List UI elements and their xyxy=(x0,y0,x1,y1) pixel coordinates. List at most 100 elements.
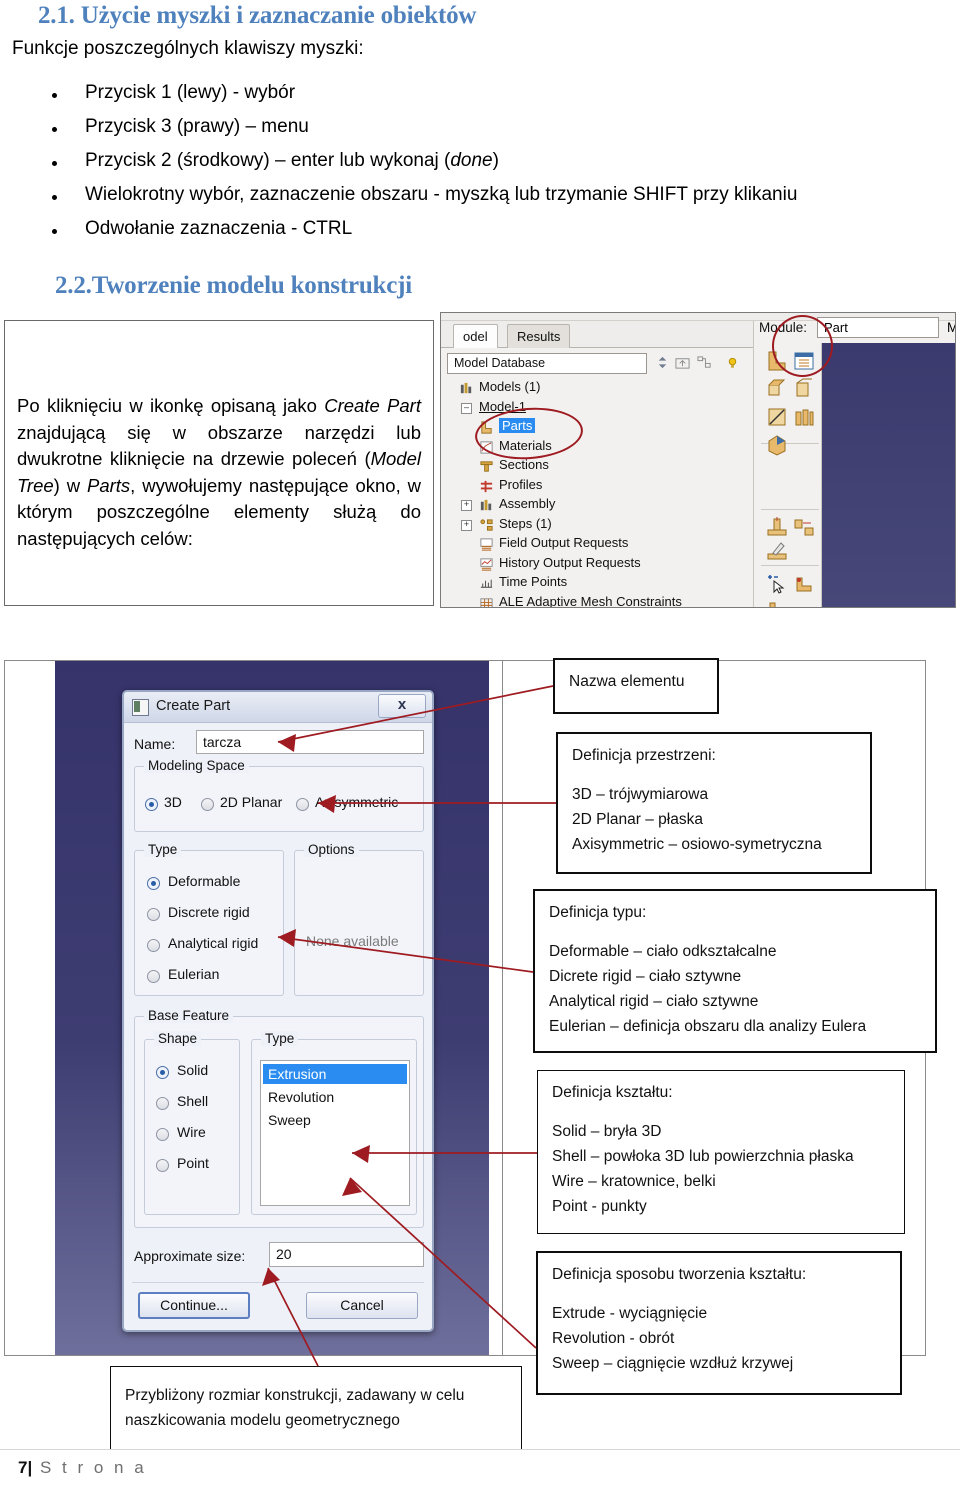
paragraph-box: Po kliknięciu w ikonkę opisaną jako Crea… xyxy=(4,320,434,606)
collapse-minus-icon[interactable]: – xyxy=(461,402,472,414)
shape-group: Shape Solid Shell Wire Point xyxy=(144,1031,240,1215)
tree-item-history-output-requests[interactable]: History Output Requests xyxy=(447,555,747,575)
footer-separator: | xyxy=(27,1458,33,1477)
radio-shell[interactable] xyxy=(156,1097,169,1110)
module-combo[interactable]: Part xyxy=(817,317,939,338)
folder-up-icon[interactable] xyxy=(675,355,690,370)
create-partition-icon[interactable] xyxy=(765,539,789,563)
callout-shape-line-2: Shell – powłoka 3D lub powierzchnia płas… xyxy=(552,1148,854,1165)
expand-plus-icon[interactable]: + xyxy=(461,500,472,511)
bullet-icon xyxy=(52,127,57,132)
base-feature-group: Base Feature Shape Solid Shell Wire Poin… xyxy=(134,1008,424,1228)
bullet-icon xyxy=(52,195,57,200)
page-footer: 7| S t r o n a xyxy=(18,1458,147,1478)
tree-item-assembly[interactable]: + Assembly xyxy=(447,496,747,516)
base-feature-title: Base Feature xyxy=(144,1008,234,1023)
radio-point[interactable] xyxy=(156,1159,169,1172)
name-input[interactable]: tarcza xyxy=(196,730,424,754)
callout-method-line-1: Extrude - wyciągnięcie xyxy=(552,1305,708,1322)
lightbulb-icon[interactable] xyxy=(725,355,740,370)
footer-divider xyxy=(0,1449,960,1450)
tab-model[interactable]: odel xyxy=(453,324,498,348)
radio-solid[interactable] xyxy=(156,1066,169,1079)
radio-discrete-rigid[interactable] xyxy=(147,908,160,921)
tree-item-ale-adaptive-mesh-constraints[interactable]: ALE Adaptive Mesh Constraints xyxy=(447,593,747,608)
callout-shape-line-4: Point - punkty xyxy=(552,1198,647,1215)
callout-type-heading: Definicja typu: xyxy=(549,904,647,921)
dialog-titlebar: Create Part x xyxy=(124,692,432,723)
mouse-button-list: Przycisk 1 (lewy) - wybór Przycisk 3 (pr… xyxy=(52,82,932,252)
create-datum-point-icon[interactable] xyxy=(765,515,789,539)
tree-filter-icon[interactable] xyxy=(697,355,712,370)
edit-part-icon[interactable] xyxy=(792,571,816,595)
radio-3d[interactable] xyxy=(145,798,158,811)
create-wire-icon[interactable] xyxy=(765,405,789,429)
tree-item-field-output-requests[interactable]: Field Output Requests xyxy=(447,535,747,555)
bullet-icon xyxy=(52,93,57,98)
list-item-label: Odwołanie zaznaczenia - CTRL xyxy=(85,218,353,239)
list-item-label: Przycisk 3 (prawy) – menu xyxy=(85,116,309,137)
assembly-icon xyxy=(480,499,492,511)
tree-item-profiles[interactable]: Profiles xyxy=(447,477,747,497)
query-select-icon[interactable] xyxy=(765,571,789,595)
radio-wire[interactable] xyxy=(156,1128,169,1141)
callout-space-line-3: Axisymmetric – osiowo-symetryczna xyxy=(572,836,822,853)
callout-name-heading: Nazwa elementu xyxy=(569,673,685,690)
create-cut-icon[interactable] xyxy=(765,433,789,457)
model-database-combo[interactable]: Model Database xyxy=(447,353,647,374)
list-item-sweep[interactable]: Sweep xyxy=(263,1110,407,1130)
spinner-arrows-icon[interactable] xyxy=(655,355,670,370)
radio-2d-planar[interactable] xyxy=(201,798,214,811)
dialog-title: Create Part xyxy=(156,698,231,714)
profiles-icon xyxy=(480,480,493,492)
ale-mesh-icon xyxy=(480,597,493,607)
approximate-size-input[interactable]: 20 xyxy=(269,1242,424,1267)
radio-axisymmetric[interactable] xyxy=(296,798,309,811)
tree-item-models[interactable]: Models (1) xyxy=(447,379,747,399)
callout-method-heading: Definicja sposobu tworzenia kształtu: xyxy=(552,1266,807,1283)
create-solid-revolve-icon[interactable] xyxy=(792,377,816,401)
create-datum-axis-icon[interactable] xyxy=(792,515,816,539)
dialog-app-icon xyxy=(132,699,149,716)
tree-item-sections[interactable]: Sections xyxy=(447,457,747,477)
tree-item-steps[interactable]: + Steps (1) xyxy=(447,516,747,536)
feature-manager-icon[interactable] xyxy=(765,599,789,608)
create-sweep-icon[interactable] xyxy=(792,405,816,429)
base-type-title: Type xyxy=(261,1031,299,1046)
list-item: Przycisk 3 (prawy) – menu xyxy=(52,116,932,150)
type-title: Type xyxy=(144,842,182,857)
callout-space-line-1: 3D – trójwymiarowa xyxy=(572,786,709,803)
radio-wire-label: Wire xyxy=(177,1124,206,1140)
create-shell-extrude-icon[interactable] xyxy=(765,377,789,401)
illustration-divider xyxy=(502,661,503,1355)
tree-item-time-points[interactable]: Time Points xyxy=(447,574,747,594)
base-type-listbox[interactable]: Extrusion Revolution Sweep xyxy=(260,1060,410,1206)
tab-results[interactable]: Results xyxy=(507,324,571,348)
list-item-extrusion[interactable]: Extrusion xyxy=(263,1064,407,1084)
list-item-label: Przycisk 1 (lewy) - wybór xyxy=(85,82,296,103)
tree-item-model-1[interactable]: – Model-1 xyxy=(447,399,747,419)
tree-item-label: ALE Adaptive Mesh Constraints xyxy=(499,593,682,608)
radio-eulerian[interactable] xyxy=(147,970,160,983)
expand-plus-icon[interactable]: + xyxy=(461,519,472,531)
cancel-button[interactable]: Cancel xyxy=(306,1292,418,1319)
radio-solid-label: Solid xyxy=(177,1062,209,1078)
callout-approximate-size: Przybliżony rozmiar konstrukcji, zadawan… xyxy=(110,1366,522,1450)
close-icon[interactable]: x xyxy=(378,694,426,718)
list-item-revolution[interactable]: Revolution xyxy=(263,1087,407,1107)
callout-shape-heading: Definicja kształtu: xyxy=(552,1084,673,1101)
bullet-icon xyxy=(52,161,57,166)
radio-2d-planar-label: 2D Planar xyxy=(220,794,283,810)
callout-method-line-3: Sweep – ciągnięcie wzdłuż krzywej xyxy=(552,1355,794,1372)
paragraph-text: Po kliknięciu w ikonkę opisaną jako Crea… xyxy=(17,395,421,549)
radio-analytical-rigid[interactable] xyxy=(147,939,160,952)
continue-button[interactable]: Continue... xyxy=(138,1292,250,1319)
radio-shell-label: Shell xyxy=(177,1093,209,1109)
callout-method: Definicja sposobu tworzenia kształtu: Ex… xyxy=(536,1251,902,1395)
callout-space-heading: Definicja przestrzeni: xyxy=(572,747,716,764)
radio-deformable[interactable] xyxy=(147,877,160,890)
callout-modeling-space: Definicja przestrzeni: 3D – trójwymiarow… xyxy=(556,732,872,874)
callout-type-line-2: Dicrete rigid – ciało sztywne xyxy=(549,968,742,985)
bullet-icon xyxy=(52,229,57,234)
callout-type-line-4: Eulerian – definicja obszaru dla analizy… xyxy=(549,1018,867,1035)
